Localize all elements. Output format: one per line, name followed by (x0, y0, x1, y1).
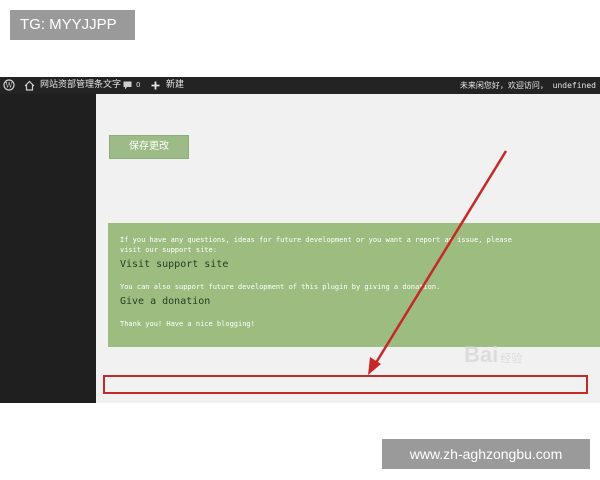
url-overlay-badge: www.zh-aghzongbu.com (382, 439, 590, 469)
highlight-box (103, 375, 588, 394)
support-info-panel: If you have any questions, ideas for fut… (108, 223, 600, 347)
admin-bar: W 网站资部管理条文字 0 新建 未来闲您好，欢迎访问， undefined (0, 77, 600, 94)
admin-sidebar (0, 94, 96, 403)
donation-intro-text: You can also support future development … (120, 283, 441, 291)
comment-icon[interactable] (123, 77, 133, 94)
settings-content: 保存更改 If you have any questions, ideas fo… (96, 94, 600, 403)
baidu-watermark: Bai 经验 (464, 342, 522, 368)
visit-support-link[interactable]: Visit support site (120, 259, 228, 270)
watermark-suffix: 经验 (500, 353, 523, 365)
support-intro-text-2: visit our support site: (120, 246, 217, 254)
wordpress-logo-icon[interactable]: W (3, 77, 16, 94)
save-changes-button[interactable]: 保存更改 (109, 135, 189, 159)
comment-count: 0 (136, 81, 141, 89)
home-icon[interactable] (24, 77, 36, 94)
watermark-brand: Bai (464, 342, 499, 367)
site-title-link[interactable]: 网站资部管理条文字 (40, 77, 121, 94)
give-donation-link[interactable]: Give a donation (120, 296, 210, 307)
user-greeting[interactable]: 未来闲您好，欢迎访问， undefined (460, 77, 596, 94)
svg-text:W: W (5, 82, 13, 90)
plus-icon[interactable] (151, 77, 161, 94)
screenshot-region: W 网站资部管理条文字 0 新建 未来闲您好，欢迎访问， undefined 保… (0, 77, 600, 403)
support-intro-text: If you have any questions, ideas for fut… (120, 236, 512, 244)
tg-overlay-badge: TG: MYYJJPP (10, 10, 135, 40)
new-content-menu[interactable]: 新建 (166, 77, 184, 94)
closing-text: Thank you! Have a nice blogging! (120, 320, 255, 328)
